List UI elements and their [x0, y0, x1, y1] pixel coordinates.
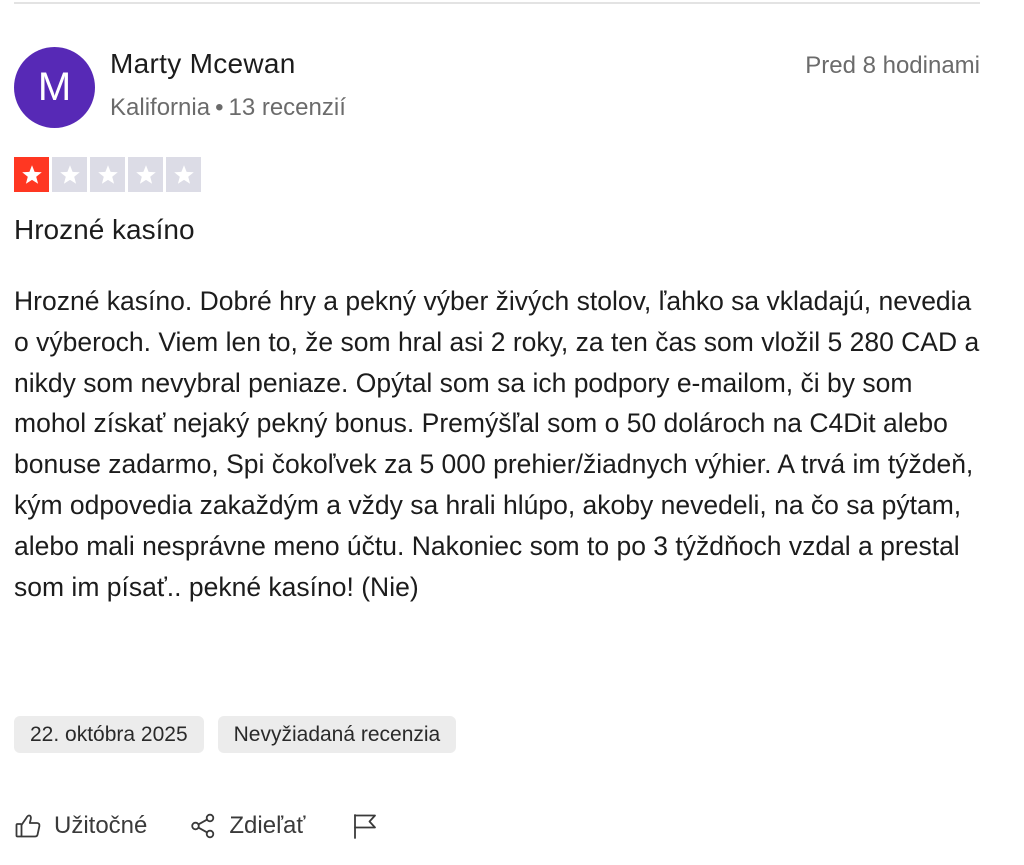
star-icon [21, 164, 42, 184]
review-actions: Užitočné Zdieľať [14, 806, 379, 846]
star-icon [173, 164, 194, 184]
star-empty [90, 157, 125, 192]
review-header: M Marty Mcewan Kalifornia • 13 recenzií Pr… [14, 46, 980, 128]
review-time: Pred 8 hodinami [805, 52, 980, 79]
reviewer-review-count: 13 recenzií [228, 94, 346, 121]
reviewer-name[interactable]: Marty Mcewan [110, 48, 296, 80]
review-tags: 22. októbra 2025 Nevyžiadaná recenzia [14, 716, 457, 753]
avatar[interactable]: M [14, 47, 95, 128]
share-label: Zdieľať [229, 812, 306, 839]
share-icon [191, 813, 215, 839]
review-title[interactable]: Hrozné kasíno [14, 214, 195, 246]
share-button[interactable]: Zdieľať [189, 812, 305, 840]
reviewer-meta: Kalifornia • 13 recenzií [110, 94, 346, 122]
thumbs-up-icon [15, 814, 41, 838]
review-date-tag: 22. októbra 2025 [14, 716, 204, 753]
star-filled [14, 157, 49, 192]
top-divider [14, 2, 980, 4]
unsolicited-review-tag[interactable]: Nevyžiadaná recenzia [217, 716, 457, 753]
star-rating [14, 157, 201, 192]
helpful-label: Užitočné [54, 812, 148, 839]
star-icon [135, 164, 156, 184]
review-body: Hrozné kasíno. Dobré hry a pekný výber ž… [14, 286, 980, 602]
meta-separator: • [215, 94, 224, 121]
reviewer-location: Kalifornia [110, 94, 211, 121]
star-empty [52, 157, 87, 192]
report-button[interactable] [351, 812, 379, 840]
star-empty [128, 157, 163, 192]
flag-icon [354, 814, 377, 839]
helpful-button[interactable]: Užitočné [14, 812, 147, 840]
star-icon [97, 164, 118, 184]
star-empty [166, 157, 201, 192]
star-icon [59, 164, 80, 184]
